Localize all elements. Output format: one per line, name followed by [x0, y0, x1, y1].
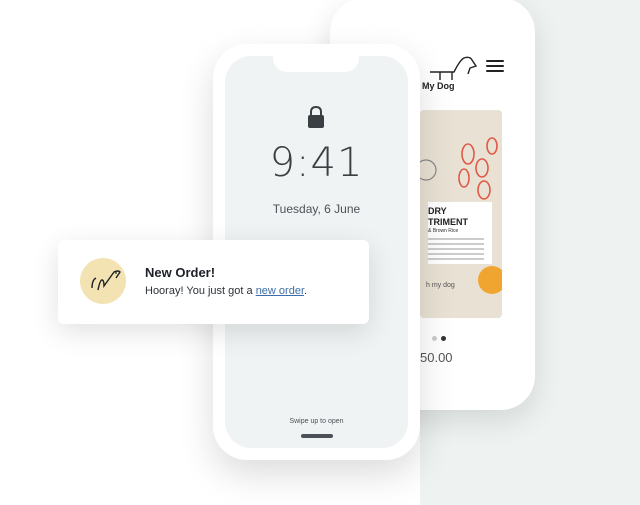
logo-text: My Dog — [422, 81, 455, 91]
notification-card[interactable]: New Order! Hooray! You just got a new or… — [58, 240, 369, 324]
product-subtitle: & Brown Rice — [428, 228, 459, 234]
product-description-lines — [428, 238, 484, 263]
product-title: DRY TRIMENT — [428, 206, 468, 227]
swipe-hint: Swipe up to open — [289, 418, 344, 425]
new-order-link[interactable]: new order — [256, 285, 304, 297]
product-price: 50.00 — [420, 350, 453, 365]
dog-avatar-icon — [80, 258, 126, 304]
lock-time: 9:41 — [269, 140, 364, 186]
phone-notch — [273, 56, 359, 72]
lock-icon — [308, 106, 324, 128]
carousel-dot[interactable] — [432, 336, 437, 341]
notification-body: Hooray! You just got a new order. — [145, 285, 308, 297]
home-indicator[interactable] — [301, 434, 333, 438]
product-brand: h my dog — [426, 282, 455, 289]
carousel-dot-active[interactable] — [441, 336, 446, 341]
menu-icon[interactable] — [486, 60, 504, 74]
carousel-dots[interactable] — [432, 328, 450, 346]
notification-title: New Order! — [145, 265, 216, 280]
product-label: DRY TRIMENT & Brown Rice — [428, 202, 492, 264]
lock-date: Tuesday, 6 June — [272, 202, 361, 216]
product-image[interactable]: DRY TRIMENT & Brown Rice h my dog — [420, 110, 502, 318]
